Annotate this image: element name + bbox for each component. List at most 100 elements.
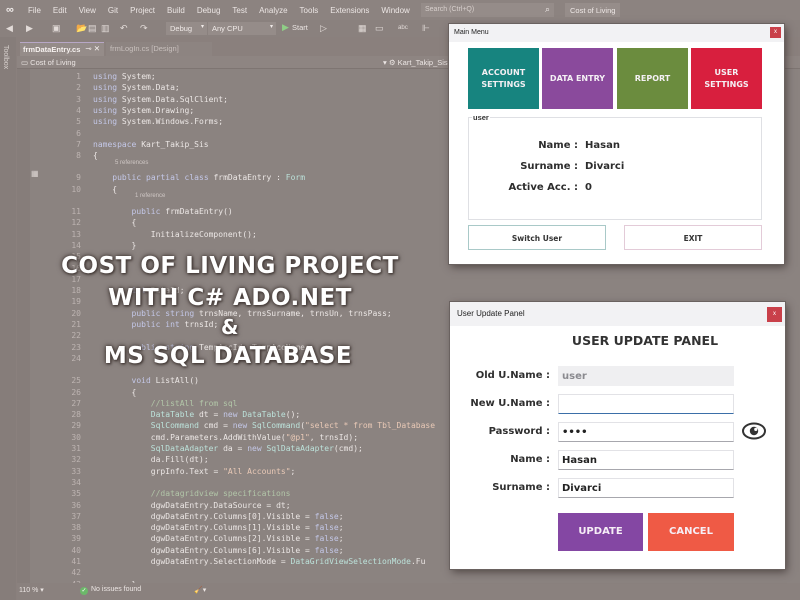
toolbox-label: Toolbox	[2, 45, 9, 70]
line-number: 41	[71, 557, 81, 566]
platform-value: Any CPU	[212, 24, 243, 33]
menu-project[interactable]: Project	[130, 6, 155, 15]
code-text: using System.Data.SqlClient;	[93, 94, 228, 104]
close-icon[interactable]: ⊸ ✕	[85, 44, 100, 53]
line-number: 6	[76, 128, 81, 138]
line-number: 10	[71, 184, 81, 194]
surname-field[interactable]	[558, 478, 734, 498]
line-number: 2	[76, 83, 81, 93]
menu-build[interactable]: Build	[167, 6, 185, 15]
codelens-references[interactable]: 5 references	[115, 160, 148, 166]
switch-user-button[interactable]: Switch User	[468, 225, 606, 250]
active-accounts-value: 0	[585, 182, 592, 193]
open-folder-icon[interactable]: 📂	[76, 23, 87, 34]
line-number: 33	[71, 466, 81, 476]
spell-check-icon[interactable]: ᵃᵇᶜ	[398, 23, 408, 33]
code-text: using System.Drawing;	[93, 105, 195, 115]
new-username-field[interactable]	[558, 394, 734, 414]
configuration-select[interactable]: Debug ▾	[166, 22, 207, 35]
line-number: 37	[71, 511, 81, 521]
close-button[interactable]: x	[767, 307, 782, 322]
properties-icon[interactable]: ▭	[375, 23, 384, 34]
password-field[interactable]	[558, 422, 734, 442]
name-value: Hasan	[585, 140, 620, 151]
undo-icon[interactable]: ↶	[120, 23, 128, 34]
menu-git[interactable]: Git	[108, 6, 118, 15]
menu-test[interactable]: Test	[232, 6, 247, 15]
line-number: 31	[71, 444, 81, 453]
menu-tools[interactable]: Tools	[300, 6, 319, 15]
user-update-titlebar: User Update Panel x	[450, 302, 785, 326]
new-project-icon[interactable]: ▣	[52, 23, 61, 34]
active-accounts-label: Active Acc. :	[508, 182, 578, 193]
menu-edit[interactable]: Edit	[53, 6, 67, 15]
report-button[interactable]: REPORT	[617, 48, 688, 109]
menu-extensions[interactable]: Extensions	[330, 6, 369, 15]
codelens-references[interactable]: 1 reference	[135, 193, 165, 199]
close-button[interactable]: x	[770, 27, 781, 38]
start-button[interactable]: Start	[292, 23, 308, 32]
line-number: 4	[76, 105, 81, 115]
code-text: {	[131, 387, 137, 397]
back-icon[interactable]: ◀	[6, 23, 13, 34]
cancel-button[interactable]: CANCEL	[648, 513, 734, 551]
solution-name-badge: Cost of Living	[565, 3, 621, 17]
project-dropdown[interactable]: ▭ Cost of Living	[21, 58, 76, 67]
chevron-down-icon: ▾	[200, 24, 204, 30]
line-number: 32	[71, 455, 81, 465]
tab-frmlogin-design[interactable]: frmLogIn.cs [Design]	[106, 42, 212, 56]
menu-window[interactable]: Window	[381, 6, 409, 15]
code-text: dgwDataEntry.Columns[0].Visible = false;	[150, 511, 344, 521]
new-username-label: New U.Name :	[470, 398, 550, 409]
user-settings-button[interactable]: USER SETTINGS	[691, 48, 762, 109]
redo-icon[interactable]: ↷	[140, 23, 148, 34]
exit-button[interactable]: EXIT	[624, 225, 762, 250]
editor-status-bar: 110 % ▾ ✓ No issues found 🧹▾	[17, 583, 800, 600]
code-text: dgwDataEntry.DataSource = dt;	[150, 500, 291, 510]
forward-icon[interactable]: ▶	[26, 23, 33, 34]
old-username-field[interactable]	[558, 366, 734, 386]
code-text: dgwDataEntry.Columns[6].Visible = false;	[150, 545, 344, 555]
line-number: 26	[71, 387, 81, 397]
configuration-value: Debug	[170, 24, 193, 33]
code-text: using System.Data;	[93, 83, 180, 93]
line-number: 14	[71, 240, 81, 250]
line-number: 3	[76, 94, 81, 104]
account-settings-button[interactable]: ACCOUNT SETTINGS	[468, 48, 539, 109]
window-title: Main Menu	[454, 29, 489, 36]
save-icon[interactable]: ▤	[88, 23, 97, 34]
code-text: public partial class frmDataEntry : Form	[112, 173, 306, 183]
line-number: 1	[76, 72, 81, 81]
start-without-debugging-icon[interactable]: ▷	[320, 23, 327, 34]
code-text: grpInfo.Text = "All Accounts";	[150, 466, 296, 476]
platform-select[interactable]: Any CPU ▾	[208, 22, 276, 35]
code-text: dgwDataEntry.Columns[2].Visible = false;	[150, 534, 344, 544]
data-entry-button[interactable]: DATA ENTRY	[542, 48, 613, 109]
save-all-icon[interactable]: ▥	[101, 23, 110, 34]
code-cleanup-icon[interactable]: 🧹▾	[194, 586, 206, 594]
comment-icon[interactable]: ⊩	[422, 23, 430, 34]
menu-debug[interactable]: Debug	[197, 6, 221, 15]
solution-explorer-icon[interactable]: ▦	[358, 23, 367, 34]
window-title: User Update Panel	[457, 309, 525, 318]
class-dropdown[interactable]: ▾ ⚙ Kart_Takip_Sis	[383, 58, 448, 67]
code-text: cmd.Parameters.AddWithValue("@p1", trnsI…	[150, 432, 359, 442]
code-text: {	[93, 151, 98, 161]
code-text: //listAll from sql	[93, 398, 238, 408]
search-input[interactable]: Search (Ctrl+Q) ⌕	[421, 3, 554, 17]
tab-frmdataentry[interactable]: frmDataEntry.cs ⊸ ✕	[20, 42, 104, 56]
zoom-level[interactable]: 110 % ▾	[19, 586, 44, 594]
line-number: 30	[71, 432, 81, 442]
update-button[interactable]: UPDATE	[558, 513, 643, 551]
menu-analyze[interactable]: Analyze	[259, 6, 287, 15]
start-icon[interactable]: ▶	[282, 22, 289, 33]
issues-indicator[interactable]: ✓ No issues found	[80, 586, 141, 595]
menu-view[interactable]: View	[79, 6, 96, 15]
name-field[interactable]	[558, 450, 734, 470]
menu-file[interactable]: File	[28, 6, 41, 15]
line-number: 8	[76, 151, 81, 161]
show-password-toggle[interactable]	[742, 421, 766, 441]
code-text: da.Fill(dt);	[150, 455, 209, 465]
class-dropdown-label: Kart_Takip_Sis	[397, 58, 448, 67]
implementation-marker-icon: ▦	[31, 169, 39, 178]
